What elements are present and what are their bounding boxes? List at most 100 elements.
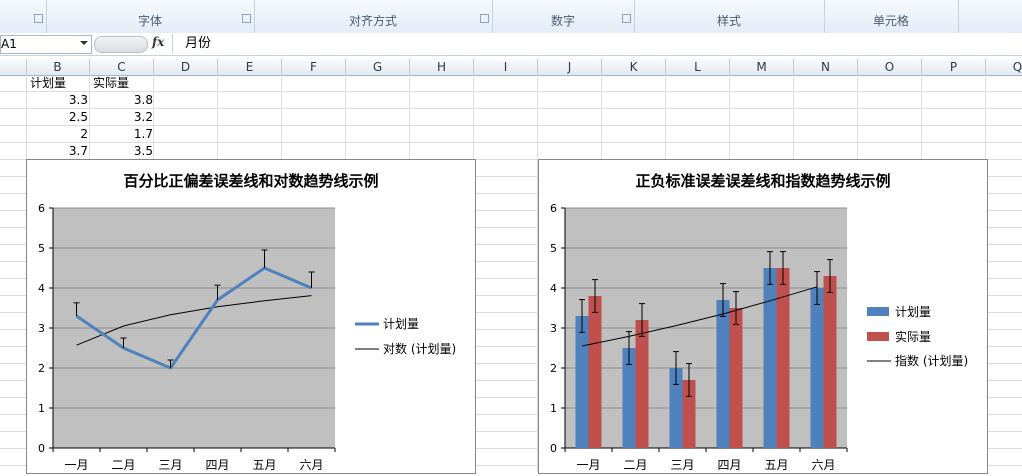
ribbon-group-alignment: 对齐方式 <box>254 0 493 33</box>
y-tick-label: 5 <box>550 242 557 255</box>
x-tick-label: 二月 <box>111 458 135 472</box>
bar-计划量 <box>763 268 777 448</box>
chart1-title: 百分比正偏差误差线和对数趋势线示例 <box>123 172 378 190</box>
ribbon-group-label: 单元格 <box>872 14 909 28</box>
formula-input[interactable]: 月份 <box>172 34 1022 53</box>
ribbon-group-label: 字体 <box>137 14 162 28</box>
dialog-launcher-icon[interactable] <box>242 14 251 23</box>
dialog-launcher-icon[interactable] <box>34 14 43 23</box>
x-tick-label: 三月 <box>158 458 182 472</box>
y-tick-label: 2 <box>38 362 45 375</box>
dialog-launcher-icon[interactable] <box>480 14 489 23</box>
legend-label-trend: 指数 (计划量) <box>895 353 968 368</box>
bar-实际量 <box>729 308 743 448</box>
y-tick-label: 6 <box>38 202 45 215</box>
ribbon: 字体 对齐方式 数字 样式 单元格 <box>0 0 1022 34</box>
chart-bar-exp-trend[interactable]: 正负标准误差误差线和指数趋势线示例 0 1 2 3 4 5 6 一月 二月 三月 四月 五月 六月 计划量… <box>538 159 988 474</box>
x-tick-label: 四月 <box>717 458 741 472</box>
legend-label-series: 计划量 <box>383 317 419 331</box>
x-tick-label: 三月 <box>670 458 694 472</box>
ribbon-group-styles: 样式 <box>634 0 825 33</box>
column-header-p[interactable]: P <box>922 59 986 75</box>
column-header-h[interactable]: H <box>410 59 474 75</box>
column-header-j[interactable]: J <box>538 59 602 75</box>
bar-实际量 <box>776 268 790 448</box>
bar-实际量 <box>823 276 837 448</box>
chart2-title: 正负标准误差误差线和指数趋势线示例 <box>635 172 890 190</box>
column-header-l[interactable]: L <box>666 59 730 75</box>
bar-计划量 <box>810 288 824 448</box>
formula-bar-resize-handle[interactable] <box>94 36 148 53</box>
y-tick-label: 6 <box>550 202 557 215</box>
x-tick-label: 二月 <box>623 458 647 472</box>
ribbon-group-label: 对齐方式 <box>348 14 397 28</box>
column-header-e[interactable]: E <box>218 59 282 75</box>
cell-c-header[interactable]: 实际量 <box>93 75 153 92</box>
legend-swatch-series1 <box>867 307 889 316</box>
bar-实际量 <box>588 296 602 448</box>
bar-计划量 <box>716 300 730 448</box>
y-tick-label: 0 <box>550 442 557 455</box>
y-tick-label: 0 <box>38 442 45 455</box>
column-header-g[interactable]: G <box>346 59 410 75</box>
name-box[interactable]: A1 <box>0 35 92 54</box>
formula-content: 月份 <box>185 36 212 51</box>
column-headers: BCDEFGHIJKLMNOPQ <box>0 59 1022 76</box>
column-header-n[interactable]: N <box>794 59 858 75</box>
cell-b5[interactable]: 3.7 <box>26 143 88 160</box>
y-tick-label: 2 <box>550 362 557 375</box>
column-header-a[interactable] <box>0 59 27 75</box>
column-header-q[interactable]: Q <box>986 59 1022 75</box>
cell-b2[interactable]: 3.3 <box>26 92 88 109</box>
column-header-f[interactable]: F <box>282 59 346 75</box>
cell-c4[interactable]: 1.7 <box>90 126 153 143</box>
y-tick-label: 4 <box>38 282 45 295</box>
cell-c5[interactable]: 3.5 <box>90 143 153 160</box>
ribbon-group-number: 数字 <box>492 0 635 33</box>
dialog-launcher-icon[interactable] <box>622 14 631 23</box>
x-tick-label: 五月 <box>252 458 276 472</box>
insert-function-icon[interactable]: fx <box>152 35 164 49</box>
chart-line-log-trend[interactable]: 百分比正偏差误差线和对数趋势线示例 0 1 2 3 4 5 6 一月 二月 三月 四月 五月 六月 计划量… <box>26 159 476 474</box>
name-box-value: A1 <box>1 37 17 51</box>
x-tick-label: 六月 <box>811 458 835 472</box>
ribbon-group-label: 样式 <box>716 14 741 28</box>
cell-b-header[interactable]: 计划量 <box>30 75 88 92</box>
cell-b4[interactable]: 2 <box>26 126 88 143</box>
y-tick-label: 5 <box>38 242 45 255</box>
cell-c3[interactable]: 3.2 <box>90 109 153 126</box>
x-tick-label: 一月 <box>64 458 88 472</box>
y-tick-label: 3 <box>38 322 45 335</box>
y-tick-label: 3 <box>550 322 557 335</box>
x-tick-label: 四月 <box>205 458 229 472</box>
x-tick-label: 六月 <box>299 458 323 472</box>
ribbon-group-cells: 单元格 <box>824 0 959 33</box>
legend-label-series2: 实际量 <box>895 329 931 344</box>
column-header-b[interactable]: B <box>26 59 90 75</box>
legend-swatch-series2 <box>867 332 889 341</box>
bar-实际量 <box>635 320 649 448</box>
y-tick-label: 4 <box>550 282 557 295</box>
column-header-d[interactable]: D <box>154 59 218 75</box>
ribbon-group-clipboard <box>0 0 47 33</box>
cell-c2[interactable]: 3.8 <box>90 92 153 109</box>
legend-label-trend: 对数 (计划量) <box>383 341 456 356</box>
ribbon-group-label: 数字 <box>550 14 575 28</box>
formula-bar: A1 fx 月份 <box>0 33 1022 56</box>
y-tick-label: 1 <box>550 402 557 415</box>
column-header-o[interactable]: O <box>858 59 922 75</box>
column-header-i[interactable]: I <box>474 59 538 75</box>
bar-计划量 <box>575 316 589 448</box>
column-header-k[interactable]: K <box>602 59 666 75</box>
ribbon-group-font: 字体 <box>46 0 255 33</box>
column-header-m[interactable]: M <box>730 59 794 75</box>
cell-b3[interactable]: 2.5 <box>26 109 88 126</box>
y-tick-label: 1 <box>38 402 45 415</box>
chevron-down-icon[interactable] <box>80 41 88 45</box>
x-tick-label: 一月 <box>576 458 600 472</box>
column-header-c[interactable]: C <box>90 59 154 75</box>
chart2-svg: 正负标准误差误差线和指数趋势线示例 0 1 2 3 4 5 6 一月 二月 三月 四月 五月 六月 计划量… <box>550 172 968 472</box>
chart1-svg: 百分比正偏差误差线和对数趋势线示例 0 1 2 3 4 5 6 一月 二月 三月 四月 五月 六月 计划量… <box>38 172 456 472</box>
x-tick-label: 五月 <box>764 458 788 472</box>
legend-label-series1: 计划量 <box>895 305 931 319</box>
